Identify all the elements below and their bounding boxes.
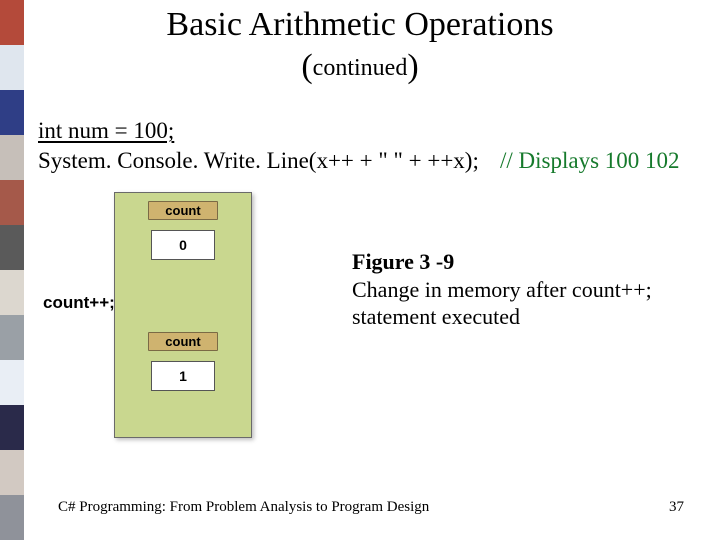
code-statement: System. Console. Write. Line(x++ + " " +… xyxy=(38,148,479,174)
diagram-label-bottom: count xyxy=(148,332,217,351)
diagram-label-top: count xyxy=(148,201,217,220)
diagram-value-bottom: 1 xyxy=(151,361,215,391)
slide-subtitle: (continued) xyxy=(0,48,720,86)
figure-number: Figure 3 -9 xyxy=(352,249,454,274)
subtitle-text: continued xyxy=(313,55,408,81)
figure-caption: Figure 3 -9 Change in memory after count… xyxy=(352,248,692,331)
page-number: 37 xyxy=(669,499,684,516)
slide-title: Basic Arithmetic Operations xyxy=(0,6,720,44)
code-comment: // Displays 100 102 xyxy=(500,148,680,174)
diagram-statement: count++; xyxy=(43,293,115,313)
figure-text: Change in memory after count++; statemen… xyxy=(352,277,652,330)
code-declaration: int num = 100; xyxy=(38,118,174,144)
footer-source: C# Programming: From Problem Analysis to… xyxy=(58,499,429,516)
memory-diagram: count 0 count++; count 1 xyxy=(114,192,252,438)
diagram-value-top: 0 xyxy=(151,230,215,260)
